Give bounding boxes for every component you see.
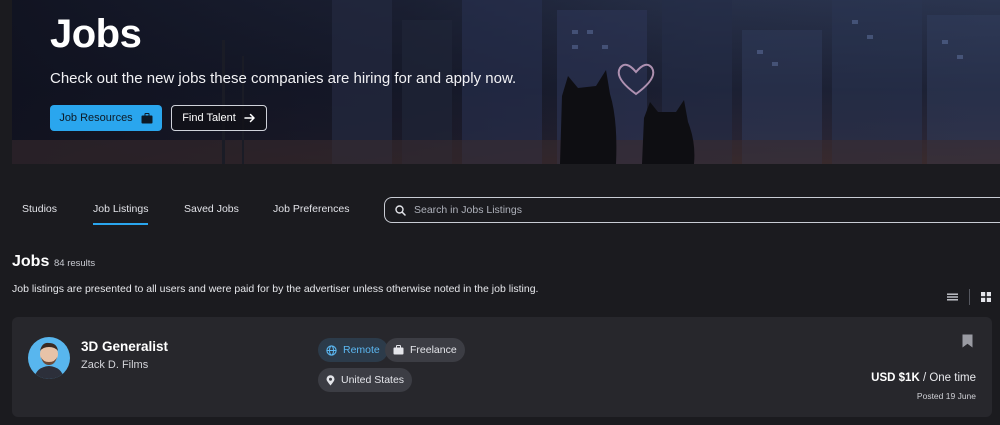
listing-disclaimer: Job listings are presented to all users … (12, 283, 539, 295)
search-icon (395, 204, 406, 216)
employment-type-label: Freelance (410, 344, 457, 356)
job-title[interactable]: 3D Generalist (81, 339, 168, 354)
view-toggle-divider (969, 289, 970, 305)
salary-period: / One time (919, 372, 976, 384)
posted-date: Posted 19 June (916, 391, 976, 401)
jobs-heading: Jobs (12, 253, 50, 270)
salary: USD $1K / One time (871, 372, 976, 384)
location-tag: United States (318, 368, 413, 392)
list-view-icon[interactable] (947, 293, 958, 301)
search-box[interactable] (384, 197, 1000, 223)
company-avatar[interactable] (28, 337, 70, 379)
job-resources-button[interactable]: Job Resources (50, 105, 162, 131)
briefcase-icon (393, 345, 404, 355)
tab-studios[interactable]: Studios (22, 203, 57, 227)
page-title: Jobs (50, 12, 142, 56)
location-pin-icon (326, 374, 335, 385)
grid-view-icon[interactable] (981, 292, 991, 302)
hero-subtitle: Check out the new jobs these companies a… (50, 70, 517, 87)
hero-banner: Jobs Check out the new jobs these compan… (12, 0, 1000, 164)
find-talent-label: Find Talent (182, 112, 236, 124)
remote-tag-label: Remote (343, 344, 380, 356)
company-name[interactable]: Zack D. Films (81, 359, 148, 371)
briefcase-icon (141, 112, 153, 123)
job-card[interactable]: 3D Generalist Zack D. Films Remote Freel… (12, 317, 992, 417)
tab-job-listings[interactable]: Job Listings (93, 203, 149, 227)
find-talent-button[interactable]: Find Talent (171, 105, 267, 131)
salary-amount: USD $1K (871, 372, 920, 384)
tab-saved-jobs[interactable]: Saved Jobs (184, 203, 239, 227)
tab-job-preferences[interactable]: Job Preferences (273, 203, 349, 227)
employment-type-tag: Freelance (385, 338, 465, 362)
remote-tag: Remote (318, 338, 388, 362)
location-label: United States (341, 374, 405, 386)
globe-icon (326, 344, 337, 356)
search-input[interactable] (414, 204, 954, 216)
arrow-right-icon (244, 113, 255, 123)
avatar-portrait (28, 337, 70, 379)
bookmark-icon[interactable] (962, 334, 973, 348)
results-count: 84 results (54, 258, 96, 269)
job-resources-label: Job Resources (59, 112, 133, 124)
